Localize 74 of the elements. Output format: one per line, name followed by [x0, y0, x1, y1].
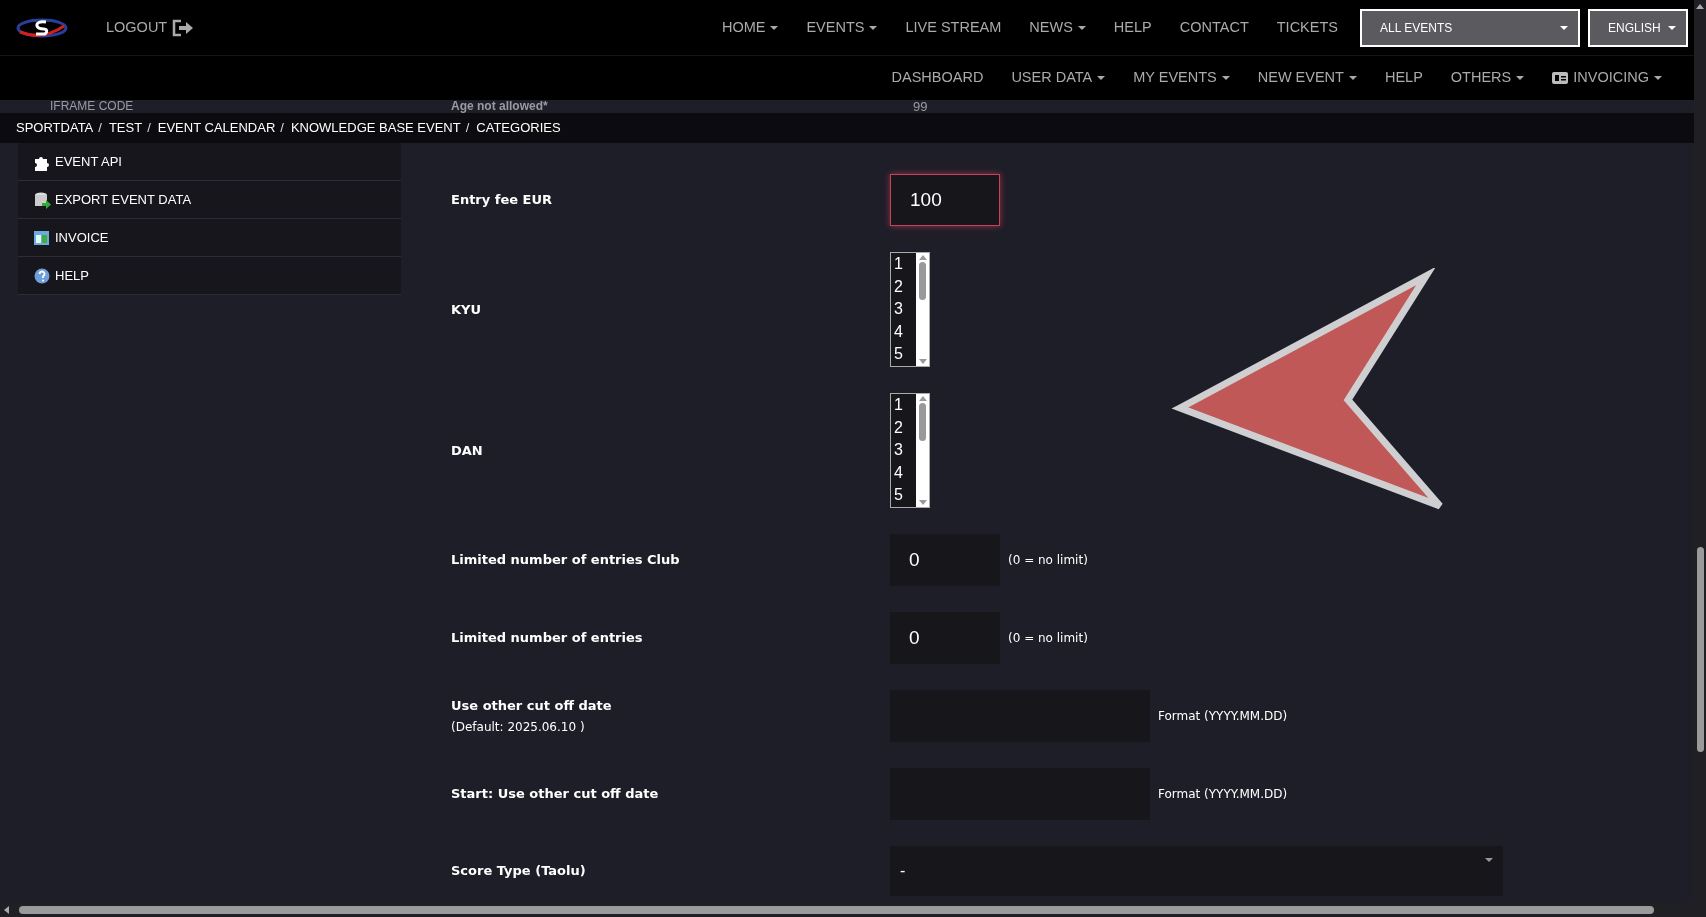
help-icon [33, 266, 51, 285]
field-label: DAN [451, 441, 484, 460]
field-hint: (0 = no limit) [1008, 630, 1088, 647]
nav-link[interactable]: NEWS [1015, 16, 1100, 39]
nav-link[interactable]: DASHBOARD [877, 67, 998, 89]
multi-select-list[interactable]: 1 2 3 4 5 [890, 252, 930, 367]
nav-link[interactable]: INVOICING [1538, 67, 1676, 89]
card-icon [1552, 72, 1569, 84]
nav-link[interactable]: HOME [707, 16, 793, 39]
number-field[interactable]: 100 [890, 174, 1000, 226]
caret-icon [1560, 25, 1568, 30]
field-hint: Format (YYYY.MM.DD) [1158, 786, 1288, 803]
scrollbar-thumb[interactable] [919, 403, 926, 441]
list-option[interactable]: 1 [894, 394, 916, 417]
field-label: Start: Use other cut off date [451, 785, 660, 804]
field-label: Use other cut off date [451, 697, 612, 713]
breadcrumb-link[interactable]: EVENT CALENDAR [157, 118, 276, 138]
logout-icon [172, 18, 195, 37]
breadcrumb-separator: / [147, 119, 151, 138]
nav-link[interactable]: OTHERS [1436, 67, 1539, 89]
vertical-scrollbar[interactable] [1694, 0, 1706, 903]
table-icon [33, 228, 51, 247]
list-option[interactable]: 1 [894, 253, 916, 276]
nav-link[interactable]: HELP [1370, 67, 1437, 89]
breadcrumb-separator: / [280, 119, 284, 138]
logo-icon [16, 16, 68, 39]
list-option[interactable]: 5 [894, 484, 916, 507]
breadcrumb-link[interactable]: SPORTDATA [16, 118, 94, 138]
field-label: Limited number of entries Club [451, 551, 681, 570]
field-label: Entry fee EUR [451, 191, 554, 210]
breadcrumb-link[interactable]: KNOWLEDGE BASE EVENT [290, 118, 461, 138]
list-option[interactable]: 2 [894, 416, 916, 439]
nav-link[interactable]: MY EVENTS [1119, 67, 1244, 89]
scrollbar-thumb[interactable] [919, 262, 926, 300]
score-type-select[interactable]: - [890, 846, 1503, 896]
number-field[interactable]: 0 [890, 612, 1000, 664]
field-label: Age not allowed* [451, 100, 548, 113]
field-label: Limited number of entries [451, 629, 644, 648]
language-select[interactable]: ENGLISH [1588, 8, 1688, 47]
number-field[interactable]: 0 [890, 534, 1000, 586]
sidebar-item[interactable]: INVOICE [18, 219, 401, 257]
sidebar-item[interactable]: EVENT API [18, 143, 401, 181]
field-label: Score Type (Taolu) [451, 862, 587, 881]
nav-link[interactable]: NEW EVENT [1243, 67, 1371, 89]
multi-select-list[interactable]: 1 2 3 4 5 [890, 393, 930, 508]
list-option[interactable]: 4 [894, 461, 916, 484]
field-hint: (0 = no limit) [1008, 552, 1088, 569]
breadcrumb-link[interactable]: TEST [108, 118, 143, 138]
nav-link[interactable]: USER DATA [997, 67, 1120, 89]
database-icon [33, 190, 51, 209]
breadcrumb-separator: / [465, 119, 470, 138]
field-label: KYU [451, 300, 483, 319]
field-hint: Format (YYYY.MM.DD) [1158, 708, 1288, 725]
horizontal-scrollbar[interactable] [0, 903, 1706, 917]
nav-link[interactable]: LIVE STREAM [891, 16, 1016, 39]
field-note: (Default: 2025.06.10 ) [451, 719, 586, 737]
sidebar-item[interactable]: EXPORT EVENT DATA [18, 181, 401, 219]
breadcrumb-separator: / [98, 119, 102, 138]
nav-link[interactable]: CONTACT [1165, 16, 1263, 39]
caret-icon [1485, 858, 1493, 862]
nav-link[interactable]: TICKETS [1262, 16, 1352, 39]
breadcrumb-link[interactable]: CATEGORIES [476, 118, 561, 138]
nav-link[interactable]: HELP [1099, 16, 1166, 39]
sidebar-item[interactable]: HELP [18, 257, 401, 295]
list-option[interactable]: 2 [894, 275, 916, 298]
list-option[interactable]: 3 [894, 439, 916, 462]
event-select[interactable]: ALL EVENTS [1360, 8, 1580, 47]
list-option[interactable]: 3 [894, 298, 916, 321]
field-value: 99 [913, 100, 928, 113]
list-option[interactable]: 4 [894, 320, 916, 343]
nav-link[interactable]: EVENTS [792, 16, 892, 39]
list-option[interactable]: 5 [894, 343, 916, 366]
logout-link[interactable]: LOGOUT [92, 16, 209, 39]
caret-icon [1668, 25, 1676, 30]
